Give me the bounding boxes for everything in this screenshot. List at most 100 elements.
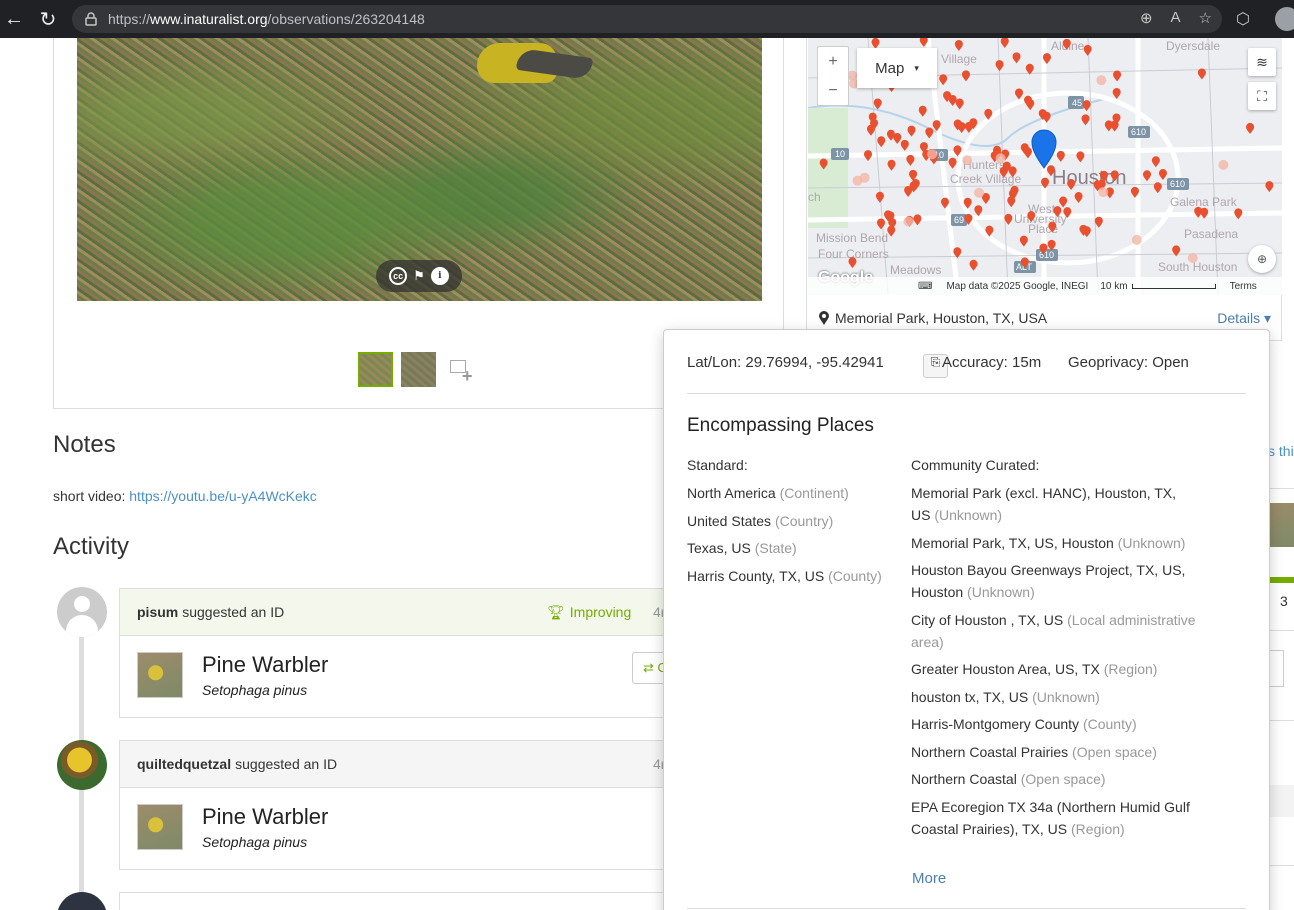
profile-avatar[interactable] <box>1275 7 1294 31</box>
map-terms-link[interactable]: Terms <box>1230 281 1257 292</box>
action-text: suggested an ID <box>235 756 338 772</box>
place-item-name[interactable]: Houston Bayou Greenways Project, TX, US,… <box>911 562 1185 600</box>
place-item[interactable]: Harris County, TX, US (County) <box>687 565 907 587</box>
notes-link[interactable]: https://youtu.be/u-yA4WcKekc <box>129 488 317 504</box>
standard-places-list: North America (Continent) United States (… <box>687 482 907 592</box>
map-canvas[interactable]: Aldine Dyersdale Village Hunters Creek V… <box>808 38 1282 295</box>
place-item[interactable]: City of Houston , TX, US (Local administ… <box>911 609 1196 653</box>
place-item-name[interactable]: Northern Coastal Prairies <box>911 744 1068 760</box>
obscured-observation-circle[interactable] <box>995 153 1006 164</box>
place-item-type: (Open space) <box>1016 771 1106 787</box>
address-bar[interactable]: https://www.inaturalist.org/observations… <box>72 5 1222 33</box>
place-item[interactable]: Harris-Montgomery County (County) <box>911 713 1196 735</box>
taxon-scientific-name[interactable]: Setophaga pinus <box>202 682 307 698</box>
obscured-observation-circle[interactable] <box>927 149 938 160</box>
reload-icon[interactable]: ↻ <box>34 5 62 33</box>
taxon-photo[interactable] <box>137 652 183 698</box>
obscured-observation-circle[interactable] <box>962 155 973 166</box>
obscured-observation-circle[interactable] <box>974 187 985 198</box>
zoom-icon[interactable]: ⊕ <box>1140 9 1153 27</box>
thumbnail-2[interactable] <box>401 352 436 387</box>
avatar[interactable] <box>57 740 107 790</box>
obscured-observation-circle[interactable] <box>1096 75 1107 86</box>
obscured-observation-circle[interactable] <box>1218 159 1229 170</box>
add-media-icon[interactable]: + <box>444 352 474 387</box>
taxon-common-name[interactable]: Pine Warbler <box>202 804 328 830</box>
place-item-name[interactable]: North America <box>687 485 776 501</box>
place-item[interactable]: Houston Bayou Greenways Project, TX, US,… <box>911 559 1196 603</box>
obscured-observation-circle[interactable] <box>903 216 914 227</box>
geoprivacy: Geoprivacy: Open <box>1068 354 1189 371</box>
keyboard-icon[interactable]: ⌨ <box>918 281 932 292</box>
divider <box>1268 865 1294 866</box>
layers-icon[interactable]: ≋ <box>1248 48 1276 76</box>
avatar[interactable] <box>57 587 107 637</box>
place-item-name[interactable]: Greater Houston Area, US, TX <box>911 661 1100 677</box>
back-icon[interactable]: ← <box>0 5 28 33</box>
hwy-shield-610b: 610 <box>1170 179 1185 189</box>
place-item[interactable]: Memorial Park (excl. HANC), Houston, TX,… <box>911 482 1196 526</box>
right-column-thumbnail[interactable] <box>1268 503 1294 547</box>
zoom-in-button[interactable]: + <box>828 53 837 71</box>
info-icon[interactable]: i <box>430 267 449 285</box>
locate-icon[interactable]: ⊕ <box>1248 245 1276 273</box>
obscured-observation-circle[interactable] <box>1131 234 1142 245</box>
divider <box>1268 720 1294 721</box>
map-type-select[interactable]: Map ▾ <box>857 48 937 88</box>
place-item-name[interactable]: Texas, US <box>687 540 751 556</box>
place-item[interactable]: Memorial Park, TX, US, Houston (Unknown) <box>911 532 1196 554</box>
read-aloud-icon[interactable]: A <box>1171 9 1181 27</box>
place-item-type: (Open space) <box>1068 743 1157 760</box>
favorite-star-icon[interactable]: ☆ <box>1199 9 1212 27</box>
place-name: Memorial Park, Houston, TX, USA <box>835 310 1048 326</box>
activity-card-header: pisum suggested an ID 🏆︎ Improving 4r <box>120 589 678 636</box>
taxon-common-name[interactable]: Pine Warbler <box>202 652 328 678</box>
place-item[interactable]: Northern Coastal Prairies (Open space) <box>911 741 1196 763</box>
extensions-icon[interactable]: ⬡ <box>1236 9 1250 29</box>
place-item[interactable]: United States (Country) <box>687 510 907 532</box>
user-link[interactable]: quiltedquetzal <box>137 756 231 772</box>
thumbnail-1[interactable] <box>358 352 393 387</box>
place-item[interactable]: houston tx, TX, US (Unknown) <box>911 686 1196 708</box>
place-item-name[interactable]: City of Houston , TX, US <box>911 612 1063 628</box>
photo-controls: cc ⚑ i <box>376 260 462 292</box>
place-item-name[interactable]: Harris-Montgomery County <box>911 716 1079 732</box>
obscured-observation-circle[interactable] <box>852 175 863 186</box>
right-column-input[interactable] <box>1268 650 1284 687</box>
observation-photo[interactable]: cc ⚑ i <box>77 38 762 301</box>
lat-lon: Lat/Lon: 29.76994, -95.42941 <box>687 354 884 371</box>
right-column-count: 3 <box>1280 593 1288 609</box>
more-places-link[interactable]: More <box>912 870 946 887</box>
activity-card: quiltedquetzal suggested an ID 4r Pine W… <box>119 740 679 870</box>
user-link[interactable]: pisum <box>137 604 178 620</box>
place-item-name[interactable]: Harris County, TX, US <box>687 568 824 584</box>
place-item-type: (Unknown) <box>1028 688 1100 705</box>
map-label-south-houston: South Houston <box>1158 260 1237 274</box>
place-item-name[interactable]: EPA Ecoregion TX 34a (Northern Humid Gul… <box>911 799 1190 837</box>
taxon-scientific-name[interactable]: Setophaga pinus <box>202 834 307 850</box>
place-item[interactable]: Texas, US (State) <box>687 537 907 559</box>
flag-icon[interactable]: ⚑ <box>413 268 425 284</box>
activity-card-body: Pine Warbler Setophaga pinus ⇄ C <box>120 636 692 717</box>
zoom-out-button[interactable]: − <box>828 82 837 100</box>
place-item[interactable]: North America (Continent) <box>687 482 907 504</box>
place-item[interactable]: Greater Houston Area, US, TX (Region) <box>911 658 1196 680</box>
place-item-name[interactable]: houston tx, TX, US <box>911 689 1028 705</box>
place-item-name[interactable]: United States <box>687 513 771 529</box>
place-item-type: (County) <box>824 567 882 584</box>
obscured-observation-circle[interactable] <box>1187 252 1198 263</box>
cc-license-icon[interactable]: cc <box>389 267 408 285</box>
place-item-name[interactable]: Memorial Park, TX, US, Houston <box>911 535 1114 551</box>
details-dropdown[interactable]: Details ▾ <box>1217 310 1271 327</box>
map-label-ch: ch <box>808 190 821 204</box>
right-column-link-fragment[interactable]: s thi <box>1268 443 1294 459</box>
place-item-type: (Unknown) <box>1113 534 1186 551</box>
lock-icon <box>84 12 98 26</box>
taxon-photo[interactable] <box>137 804 183 850</box>
fullscreen-icon[interactable]: ⛶ <box>1248 82 1276 110</box>
place-item[interactable]: EPA Ecoregion TX 34a (Northern Humid Gul… <box>911 796 1196 840</box>
avatar[interactable] <box>57 892 107 910</box>
place-item-name[interactable]: Northern Coastal <box>911 771 1017 787</box>
place-item[interactable]: Northern Coastal (Open space) <box>911 768 1196 790</box>
obscured-observation-circle[interactable] <box>1098 187 1109 198</box>
